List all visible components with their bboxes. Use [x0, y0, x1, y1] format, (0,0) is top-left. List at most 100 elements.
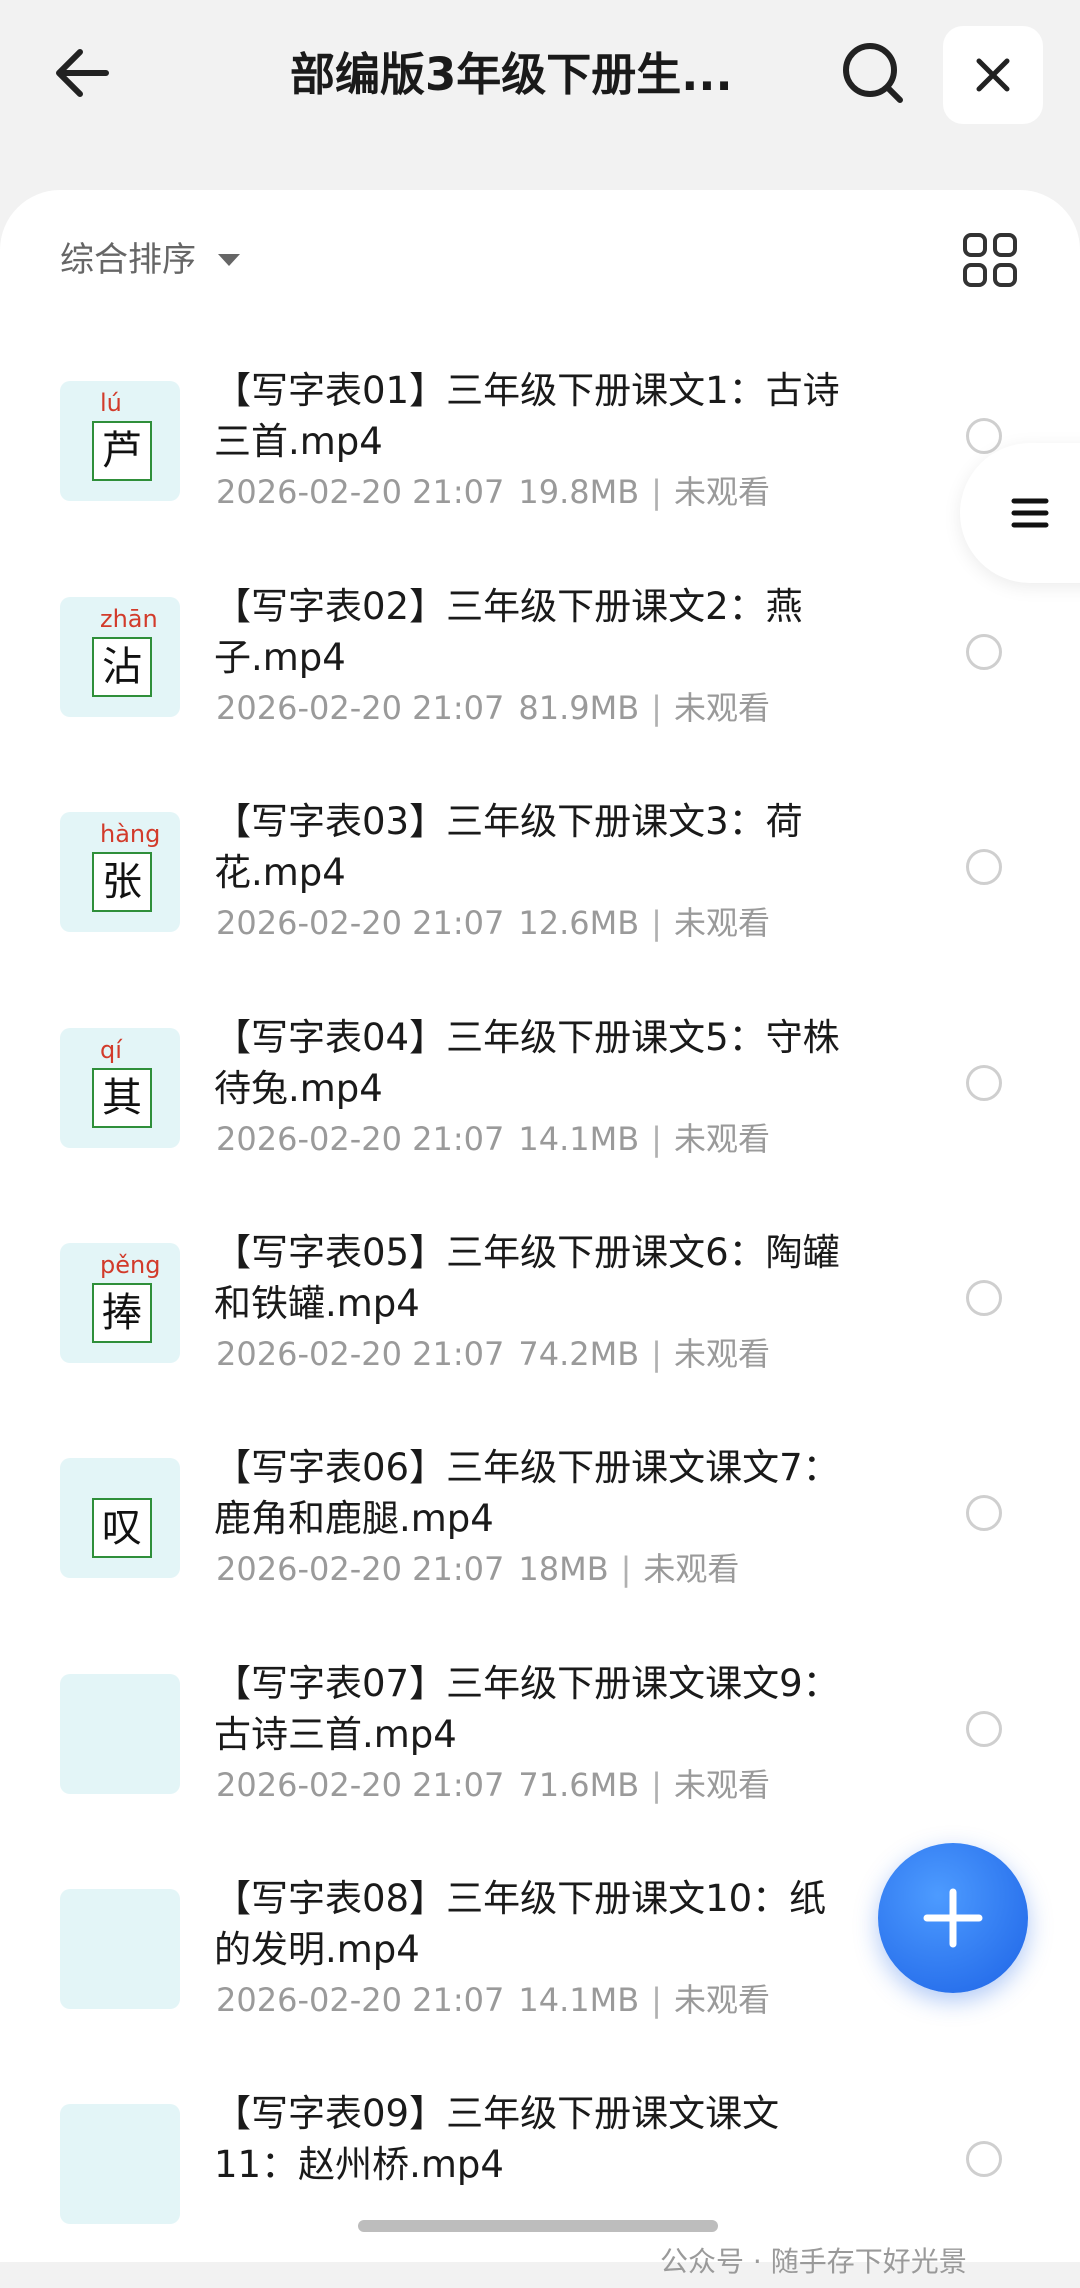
file-meta: 2026-02-20 21:07 14.1MB | 未观看 — [216, 1975, 770, 2021]
watch-status: 未观看 — [673, 1335, 770, 1373]
page-title: 部编版3年级下册生... — [290, 48, 733, 101]
file-name: 【写字表05】三年级下册课文6：陶罐和铁罐.mp4 — [214, 1231, 840, 1325]
thumbnail-character: 张 — [92, 852, 152, 912]
file-name: 【写字表07】三年级下册课文课文9：古诗三首.mp4 — [214, 1662, 840, 1756]
list-item[interactable]: hàng 张【写字表03】三年级下册课文3：荷花.mp4 2026-02-20 21… — [0, 796, 1080, 996]
meta-separator: | — [651, 1981, 662, 2019]
file-date: 2026-02-20 21:07 — [216, 1335, 505, 1373]
video-thumbnail: pěng 捧 — [60, 1243, 180, 1363]
file-meta: 2026-02-20 21:07 19.8MB | 未观看 — [216, 467, 770, 513]
meta-separator: | — [620, 1550, 632, 1588]
watch-status: 未观看 — [673, 904, 770, 942]
thumbnail-pinyin: hàng — [100, 820, 161, 848]
plus-icon — [923, 1888, 983, 1948]
video-thumbnail — [60, 1889, 180, 2009]
video-thumbnail — [60, 1674, 180, 1794]
file-name: 【写字表03】三年级下册课文3：荷花.mp4 — [214, 800, 803, 894]
select-radio[interactable] — [966, 634, 1002, 670]
add-button[interactable] — [878, 1843, 1028, 1993]
back-button[interactable] — [48, 38, 118, 108]
thumbnail-character: 捧 — [92, 1283, 152, 1343]
thumbnail-pinyin: qí — [100, 1036, 122, 1064]
select-radio[interactable] — [966, 1495, 1002, 1531]
watch-status: 未观看 — [673, 689, 770, 727]
thumbnail-character: 芦 — [92, 421, 152, 481]
file-date: 2026-02-20 21:07 — [216, 1981, 505, 2019]
thumbnail-pinyin: lú — [100, 389, 122, 417]
file-date: 2026-02-20 21:07 — [216, 1550, 505, 1588]
video-thumbnail — [60, 2104, 180, 2224]
grid-view-button[interactable] — [962, 232, 1018, 288]
thumbnail-character: 沾 — [92, 637, 152, 697]
file-name: 【写字表06】三年级下册课文课文7：鹿角和鹿腿.mp4 — [214, 1446, 840, 1540]
video-thumbnail: qí 其 — [60, 1028, 180, 1148]
caret-down-icon — [218, 254, 240, 266]
thumbnail-pinyin: pěng — [100, 1251, 161, 1279]
grid-view-icon — [963, 233, 1017, 287]
select-radio[interactable] — [966, 1280, 1002, 1316]
file-size: 14.1MB — [518, 1120, 640, 1158]
watch-status: 未观看 — [673, 1120, 770, 1158]
select-radio[interactable] — [966, 849, 1002, 885]
file-date: 2026-02-20 21:07 — [216, 473, 505, 511]
file-size: 19.8MB — [518, 473, 640, 511]
file-name: 【写字表08】三年级下册课文10：纸的发明.mp4 — [214, 1877, 827, 1971]
file-name: 【写字表04】三年级下册课文5：守株待兔.mp4 — [214, 1016, 840, 1110]
file-size: 18MB — [518, 1550, 609, 1588]
file-name: 【写字表01】三年级下册课文1：古诗三首.mp4 — [214, 369, 840, 463]
thumbnail-character: 叹 — [92, 1498, 152, 1558]
list-item[interactable]: pěng 捧【写字表05】三年级下册课文6：陶罐和铁罐.mp4 2026-02-20… — [0, 1227, 1080, 1427]
select-radio[interactable] — [966, 1711, 1002, 1747]
search-button[interactable] — [838, 38, 908, 108]
home-indicator — [358, 2220, 718, 2232]
sort-label: 综合排序 — [60, 240, 196, 280]
file-name: 【写字表02】三年级下册课文2：燕子.mp4 — [214, 585, 803, 679]
list-item[interactable]: 叹 【写字表06】三年级下册课文课文7：鹿角和鹿腿.mp4 2026-02-20 2… — [0, 1442, 1080, 1642]
watch-status: 未观看 — [673, 473, 770, 511]
file-meta: 2026-02-20 21:07 12.6MB | 未观看 — [216, 898, 770, 944]
list-item[interactable]: 【写字表07】三年级下册课文课文9：古诗三首.mp4 2026-02-20 21:… — [0, 1658, 1080, 1858]
file-size: 12.6MB — [518, 904, 640, 942]
meta-separator: | — [651, 904, 662, 942]
watch-status: 未观看 — [643, 1550, 740, 1588]
close-icon — [976, 58, 1010, 92]
file-size: 14.1MB — [518, 1981, 640, 2019]
meta-separator: | — [651, 473, 662, 511]
search-icon — [843, 43, 903, 103]
watch-status: 未观看 — [673, 1981, 770, 2019]
file-meta: 2026-02-20 21:07 81.9MB | 未观看 — [216, 683, 770, 729]
select-radio[interactable] — [966, 2141, 1002, 2177]
list-item[interactable]: qí 其【写字表04】三年级下册课文5：守株待兔.mp4 2026-02-20 21… — [0, 1012, 1080, 1212]
file-name: 【写字表09】三年级下册课文课文11：赵州桥.mp4 — [214, 2092, 780, 2186]
file-size: 81.9MB — [518, 689, 640, 727]
file-date: 2026-02-20 21:07 — [216, 1766, 505, 1804]
thumbnail-pinyin: zhān — [100, 605, 158, 633]
list-item[interactable]: zhān 沾【写字表02】三年级下册课文2：燕子.mp4 2026-02-20 21… — [0, 581, 1080, 781]
meta-separator: | — [651, 689, 662, 727]
watermark: 公众号 · 随手存下好光景 — [660, 2245, 967, 2278]
meta-separator: | — [651, 1120, 662, 1158]
thumbnail-character: 其 — [92, 1068, 152, 1128]
select-radio[interactable] — [966, 418, 1002, 454]
watch-status: 未观看 — [673, 1766, 770, 1804]
file-meta: 2026-02-20 21:07 74.2MB | 未观看 — [216, 1329, 770, 1375]
file-meta: 2026-02-20 21:07 71.6MB | 未观看 — [216, 1760, 770, 1806]
close-button[interactable] — [943, 26, 1043, 124]
top-bar: 部编版3年级下册生... — [0, 0, 1080, 150]
video-thumbnail: lú 芦 — [60, 381, 180, 501]
video-thumbnail: hàng 张 — [60, 812, 180, 932]
select-radio[interactable] — [966, 1065, 1002, 1101]
video-thumbnail: 叹 — [60, 1458, 180, 1578]
sort-dropdown[interactable]: 综合排序 — [60, 230, 240, 290]
menu-lines-icon — [1011, 498, 1049, 528]
file-date: 2026-02-20 21:07 — [216, 904, 505, 942]
video-thumbnail: zhān 沾 — [60, 597, 180, 717]
file-date: 2026-02-20 21:07 — [216, 1120, 505, 1158]
file-size: 71.6MB — [518, 1766, 640, 1804]
meta-separator: | — [651, 1766, 662, 1804]
file-date: 2026-02-20 21:07 — [216, 689, 505, 727]
list-item[interactable]: lú 芦【写字表01】三年级下册课文1：古诗三首.mp4 2026-02-20 21… — [0, 365, 1080, 565]
file-meta: 2026-02-20 21:07 14.1MB | 未观看 — [216, 1114, 770, 1160]
file-size: 74.2MB — [518, 1335, 640, 1373]
meta-separator: | — [651, 1335, 662, 1373]
